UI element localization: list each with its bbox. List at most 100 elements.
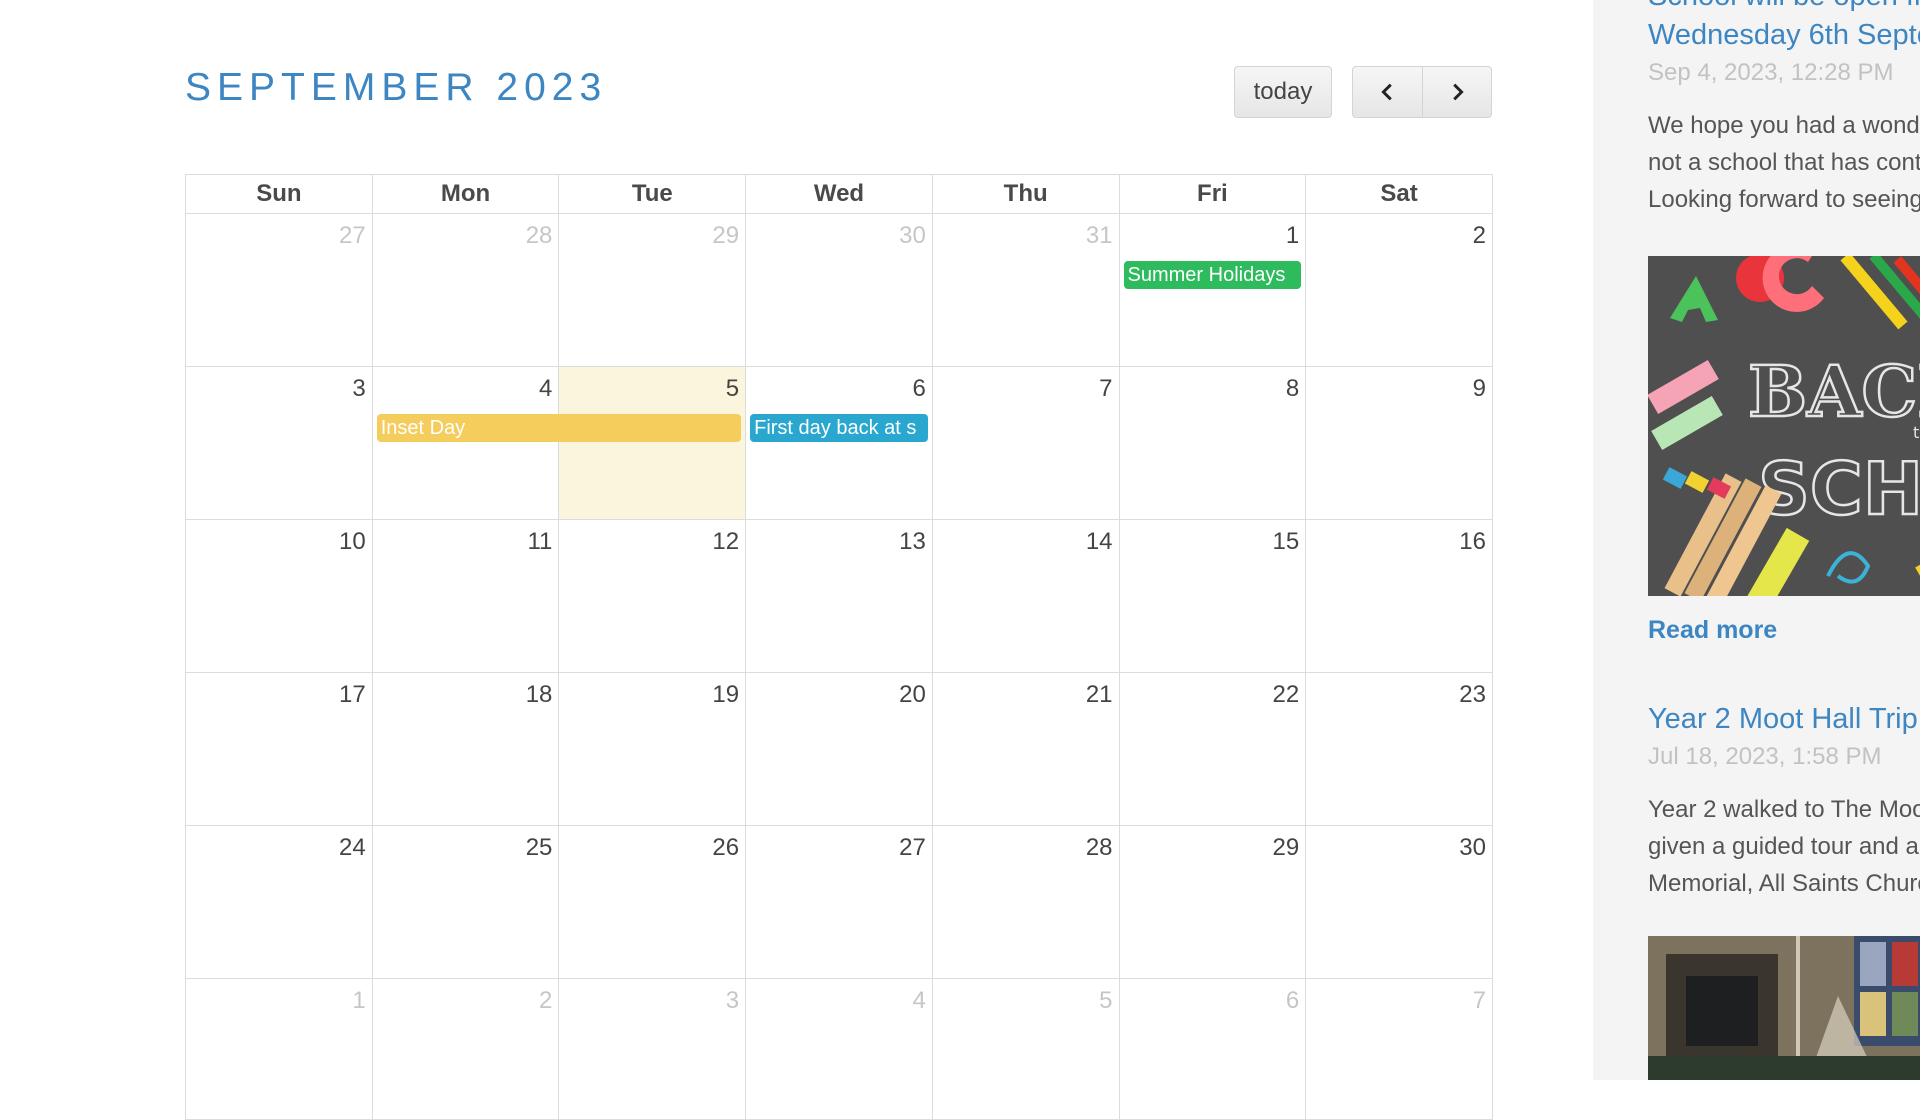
day-cell[interactable]: 26	[558, 825, 747, 979]
day-cell[interactable]: 31	[931, 213, 1120, 367]
day-cell[interactable]: 15	[1118, 519, 1307, 673]
day-number: 6	[912, 375, 926, 402]
nav-button-group	[1352, 66, 1492, 118]
week-row: 17 18 19 20 21 22 23	[185, 672, 1493, 826]
day-number: 5	[725, 375, 740, 402]
day-cell[interactable]: 2	[371, 978, 560, 1120]
day-cell[interactable]: 3	[185, 366, 373, 520]
day-cell[interactable]: 23	[1305, 672, 1493, 826]
day-cell[interactable]: 14	[931, 519, 1120, 673]
day-cell[interactable]: 22	[1118, 672, 1307, 826]
day-number: 4	[539, 375, 553, 402]
event-summer-holidays[interactable]: Summer Holidays	[1123, 261, 1302, 289]
day-cell[interactable]: 19	[558, 672, 747, 826]
day-cell[interactable]: 30	[745, 213, 933, 367]
day-number: 7	[1472, 987, 1486, 1014]
day-number: 9	[1472, 375, 1486, 402]
news-post-excerpt: We hope you had a wonderful not a school…	[1648, 107, 1920, 218]
day-cell[interactable]: 18	[371, 672, 560, 826]
news-post: School will be open from Wednesday 6th S…	[1648, 0, 1920, 218]
excerpt-line: given a guided tour and a	[1648, 833, 1919, 860]
day-cell[interactable]: 29	[1118, 825, 1307, 979]
day-number: 10	[339, 528, 366, 555]
day-number: 11	[527, 528, 553, 555]
day-cell[interactable]: 13	[745, 519, 933, 673]
news-post-title-line[interactable]: Wednesday 6th September	[1648, 16, 1920, 55]
day-cell[interactable]: 6	[1118, 978, 1307, 1120]
day-cell[interactable]: 11	[371, 519, 560, 673]
day-number: 8	[1285, 375, 1300, 402]
day-cell[interactable]: 28	[931, 825, 1120, 979]
day-number: 3	[725, 987, 740, 1014]
day-cell[interactable]: 8	[1118, 366, 1307, 520]
day-number: 29	[712, 222, 740, 249]
day-cell[interactable]: 1	[185, 978, 373, 1120]
event-inset-day[interactable]: Inset Day	[376, 414, 741, 442]
news-post-title-line[interactable]: School will be open from	[1648, 0, 1920, 16]
calendar-title: SEPTEMBER 2023	[185, 66, 608, 109]
weekday-header: Thu	[931, 174, 1120, 214]
day-cell[interactable]: 29	[558, 213, 747, 367]
day-cell[interactable]: 9	[1305, 366, 1493, 520]
chalk-text-back: BACK	[1748, 350, 1920, 433]
day-cell[interactable]: 21	[931, 672, 1120, 826]
day-cell[interactable]: 25	[371, 825, 560, 979]
day-number: 31	[1085, 222, 1113, 249]
day-number: 18	[525, 681, 553, 708]
weekday-header: Wed	[745, 174, 933, 214]
day-cell[interactable]: 16	[1305, 519, 1493, 673]
weekday-header: Fri	[1118, 174, 1307, 214]
day-number: 24	[339, 834, 366, 861]
day-cell[interactable]: 7	[931, 366, 1120, 520]
news-post-date: Jul 18, 2023, 1:58 PM	[1648, 743, 1882, 770]
day-cell[interactable]: 24	[185, 825, 373, 979]
week-row: 3 4 Inset Day 5 6 First day back at s 7 …	[185, 366, 1493, 520]
day-cell[interactable]: 6 First day back at s	[745, 366, 933, 520]
day-number: 29	[1272, 834, 1300, 861]
day-number: 12	[712, 528, 740, 555]
weekday-header: Mon	[371, 174, 560, 214]
day-cell-today[interactable]: 5	[558, 366, 747, 520]
day-number: 17	[339, 681, 366, 708]
day-cell[interactable]: 10	[185, 519, 373, 673]
day-cell[interactable]: 17	[185, 672, 373, 826]
day-number: 2	[539, 987, 553, 1014]
day-number: 16	[1459, 528, 1486, 555]
day-cell[interactable]: 7	[1305, 978, 1493, 1120]
read-more-link[interactable]: Read more	[1648, 616, 1777, 645]
chevron-right-icon	[1453, 83, 1464, 101]
moot-hall-image[interactable]	[1648, 936, 1920, 1080]
day-cell[interactable]: 5	[931, 978, 1120, 1120]
day-cell[interactable]: 27	[745, 825, 933, 979]
day-cell[interactable]: 12	[558, 519, 747, 673]
week-row: 1 2 3 4 5 6 7	[185, 978, 1493, 1120]
weekday-header: Sun	[185, 174, 373, 214]
day-cell[interactable]: 4 Inset Day	[371, 366, 741, 520]
day-cell[interactable]: 28	[371, 213, 560, 367]
day-number: 7	[1099, 375, 1113, 402]
excerpt-line: not a school that has contacted	[1648, 149, 1920, 176]
event-first-day-back[interactable]: First day back at s	[750, 414, 928, 442]
news-post-title[interactable]: Year 2 Moot Hall Trip	[1648, 700, 1920, 739]
day-number: 30	[1459, 834, 1486, 861]
back-to-school-image[interactable]: BACK to SCHOOL	[1648, 256, 1920, 596]
excerpt-line: Year 2 walked to The Moot Hall	[1648, 796, 1920, 823]
news-post-date: Sep 4, 2023, 12:28 PM	[1648, 59, 1894, 86]
day-number: 25	[525, 834, 553, 861]
day-number: 26	[712, 834, 740, 861]
day-cell[interactable]: 3	[558, 978, 747, 1120]
day-number: 5	[1099, 987, 1113, 1014]
day-cell[interactable]: 30	[1305, 825, 1493, 979]
day-cell[interactable]: 20	[745, 672, 933, 826]
news-sidebar: School will be open from Wednesday 6th S…	[1593, 0, 1920, 1080]
day-number: 14	[1085, 528, 1113, 555]
prev-month-button[interactable]	[1352, 66, 1422, 118]
today-button[interactable]: today	[1234, 66, 1332, 118]
day-cell[interactable]: 2	[1305, 213, 1493, 367]
news-post: Year 2 Moot Hall Trip Jul 18, 2023, 1:58…	[1648, 700, 1920, 902]
day-cell[interactable]: 1 Summer Holidays	[1118, 213, 1307, 367]
day-cell[interactable]: 27	[185, 213, 373, 367]
day-cell[interactable]: 4	[745, 978, 933, 1120]
next-month-button[interactable]	[1422, 66, 1492, 118]
day-number: 21	[1085, 681, 1113, 708]
